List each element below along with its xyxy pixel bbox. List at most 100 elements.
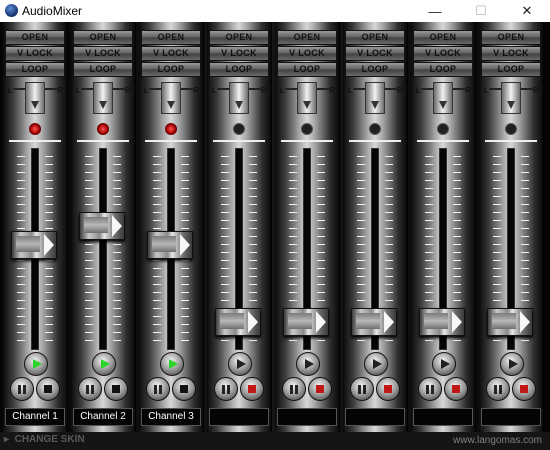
- scale-tick: [493, 260, 501, 261]
- play-button[interactable]: [160, 352, 184, 376]
- scale-tick: [45, 164, 53, 165]
- maximize-button[interactable]: ☐: [458, 0, 504, 22]
- vlock-button[interactable]: V LOCK: [481, 46, 541, 61]
- scale-tick: [45, 156, 53, 157]
- play-icon: [372, 359, 382, 369]
- stop-button[interactable]: [240, 377, 264, 401]
- stop-button[interactable]: [36, 377, 60, 401]
- loop-button[interactable]: LOOP: [209, 62, 269, 77]
- pause-button[interactable]: [418, 377, 442, 401]
- play-button[interactable]: [24, 352, 48, 376]
- scale-tick: [357, 268, 365, 269]
- play-button[interactable]: [432, 352, 456, 376]
- scale-tick: [153, 316, 161, 317]
- scale-tick: [521, 204, 529, 205]
- pause-button[interactable]: [282, 377, 306, 401]
- open-button[interactable]: OPEN: [277, 30, 337, 45]
- scale-tick: [317, 196, 325, 197]
- vlock-button[interactable]: V LOCK: [141, 46, 201, 61]
- stop-button[interactable]: [104, 377, 128, 401]
- footer-bar: ▸ CHANGE SKIN www.langomas.com: [0, 432, 550, 450]
- scale-tick: [317, 212, 325, 213]
- vlock-button[interactable]: V LOCK: [345, 46, 405, 61]
- scale-tick: [357, 220, 365, 221]
- change-skin-button[interactable]: ▸ CHANGE SKIN: [4, 434, 85, 445]
- vlock-button[interactable]: V LOCK: [413, 46, 473, 61]
- stop-button[interactable]: [308, 377, 332, 401]
- loop-button[interactable]: LOOP: [277, 62, 337, 77]
- open-button[interactable]: OPEN: [209, 30, 269, 45]
- pan-knob[interactable]: [25, 82, 45, 114]
- pan-knob[interactable]: [161, 82, 181, 114]
- loop-button[interactable]: LOOP: [5, 62, 65, 77]
- play-button[interactable]: [296, 352, 320, 376]
- open-button[interactable]: OPEN: [5, 30, 65, 45]
- volume-fader[interactable]: [147, 231, 193, 259]
- play-button[interactable]: [500, 352, 524, 376]
- website-link[interactable]: www.langomas.com: [453, 435, 542, 446]
- pan-knob[interactable]: [433, 82, 453, 114]
- loop-button[interactable]: LOOP: [141, 62, 201, 77]
- scale-tick: [45, 276, 53, 277]
- pause-button[interactable]: [350, 377, 374, 401]
- stop-button[interactable]: [376, 377, 400, 401]
- scale-tick: [385, 252, 393, 253]
- open-button[interactable]: OPEN: [141, 30, 201, 45]
- minimize-button[interactable]: —: [412, 0, 458, 22]
- loop-button[interactable]: LOOP: [73, 62, 133, 77]
- pause-button[interactable]: [214, 377, 238, 401]
- open-button[interactable]: OPEN: [73, 30, 133, 45]
- scale-tick: [493, 204, 501, 205]
- play-button[interactable]: [228, 352, 252, 376]
- open-button[interactable]: OPEN: [345, 30, 405, 45]
- stop-button[interactable]: [172, 377, 196, 401]
- play-button[interactable]: [92, 352, 116, 376]
- scale-tick: [249, 268, 257, 269]
- scale-tick: [221, 204, 229, 205]
- pan-knob[interactable]: [297, 82, 317, 114]
- pan-knob[interactable]: [93, 82, 113, 114]
- pan-knob[interactable]: [229, 82, 249, 114]
- scale-tick: [453, 244, 461, 245]
- open-button[interactable]: OPEN: [413, 30, 473, 45]
- scale-tick: [357, 228, 365, 229]
- volume-fader[interactable]: [419, 308, 465, 336]
- stop-button[interactable]: [444, 377, 468, 401]
- close-button[interactable]: ✕: [504, 0, 550, 22]
- scale-tick: [385, 340, 393, 341]
- volume-fader[interactable]: [283, 308, 329, 336]
- vlock-button[interactable]: V LOCK: [209, 46, 269, 61]
- loop-button[interactable]: LOOP: [345, 62, 405, 77]
- stop-button[interactable]: [512, 377, 536, 401]
- scale-tick: [249, 220, 257, 221]
- scale-tick: [521, 212, 529, 213]
- pan-knob[interactable]: [365, 82, 385, 114]
- scale-tick: [425, 188, 433, 189]
- scale-tick: [17, 188, 25, 189]
- pause-button[interactable]: [78, 377, 102, 401]
- scale-tick: [493, 292, 501, 293]
- loop-button[interactable]: LOOP: [481, 62, 541, 77]
- scale-tick: [425, 268, 433, 269]
- pause-button[interactable]: [10, 377, 34, 401]
- volume-fader[interactable]: [79, 212, 125, 240]
- vlock-button[interactable]: V LOCK: [73, 46, 133, 61]
- scale-tick: [153, 196, 161, 197]
- volume-fader[interactable]: [11, 231, 57, 259]
- volume-fader[interactable]: [351, 308, 397, 336]
- play-button[interactable]: [364, 352, 388, 376]
- pause-button[interactable]: [486, 377, 510, 401]
- volume-fader[interactable]: [215, 308, 261, 336]
- pause-button[interactable]: [146, 377, 170, 401]
- loop-button[interactable]: LOOP: [413, 62, 473, 77]
- vlock-button[interactable]: V LOCK: [5, 46, 65, 61]
- pan-knob[interactable]: [501, 82, 521, 114]
- open-button[interactable]: OPEN: [481, 30, 541, 45]
- pause-icon: [494, 384, 502, 394]
- scale-tick: [45, 260, 53, 261]
- vlock-button[interactable]: V LOCK: [277, 46, 337, 61]
- volume-fader[interactable]: [487, 308, 533, 336]
- scale-tick: [425, 276, 433, 277]
- scale-tick: [113, 180, 121, 181]
- scale-tick: [317, 204, 325, 205]
